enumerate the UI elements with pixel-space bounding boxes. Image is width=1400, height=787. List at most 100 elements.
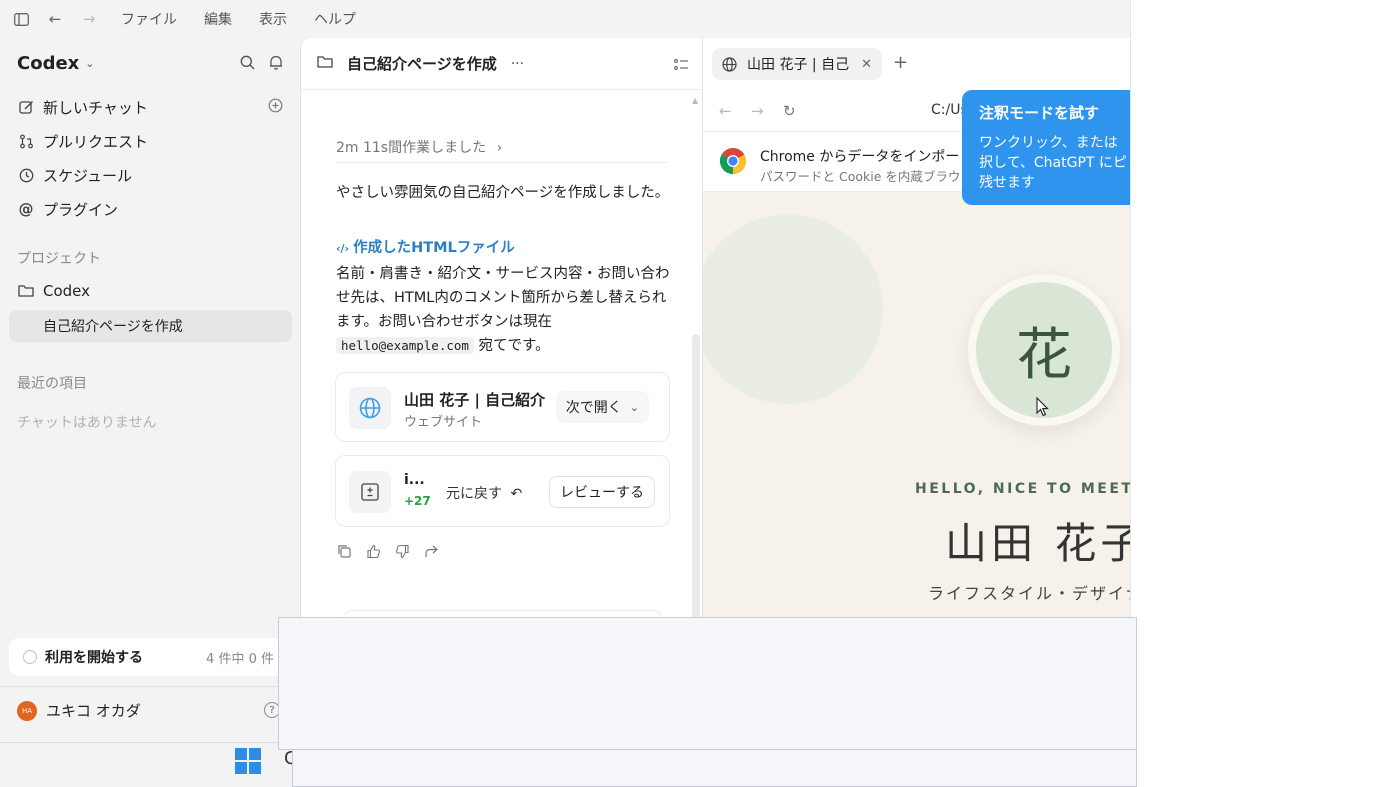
- code-icon: ‹/›: [336, 242, 350, 255]
- browser-tab[interactable]: 山田 花子 | 自己 ✕: [712, 48, 882, 80]
- forward-arrow-icon[interactable]: →: [751, 102, 764, 120]
- project-chat-item[interactable]: 自己紹介ページを作成: [9, 310, 292, 342]
- user-name: ユキコ オカダ: [46, 702, 141, 720]
- search-icon[interactable]: [240, 55, 255, 74]
- open-with-button[interactable]: 次で開く ⌄: [555, 391, 649, 423]
- menu-view[interactable]: 表示: [259, 9, 287, 29]
- share-icon[interactable]: [424, 544, 439, 563]
- bell-icon[interactable]: [269, 55, 283, 74]
- forward-arrow-icon[interactable]: →: [78, 8, 100, 30]
- assistant-message-1: やさしい雰囲気の自己紹介ページを作成しました。: [336, 185, 670, 201]
- folder-icon: [317, 54, 335, 73]
- decorative-blob: [703, 214, 883, 404]
- pull-request-icon: [17, 132, 35, 150]
- email-code: hello@example.com: [336, 337, 474, 354]
- review-button[interactable]: レビューする: [549, 476, 655, 508]
- tooltip-body-line: ワンクリック、または: [979, 135, 1118, 151]
- revert-button[interactable]: 元に戻す ↶: [446, 483, 522, 503]
- overlay-panel-extension: [292, 750, 1137, 787]
- diff-added-count: +27: [404, 494, 431, 508]
- chevron-down-icon: ⌄: [629, 400, 639, 414]
- chrome-logo-icon: [719, 147, 747, 175]
- menu-file[interactable]: ファイル: [121, 9, 177, 29]
- sidebar: Codex ⌄ 新しいチャット プルリクエスト スケジュール @ プラグイン プ…: [0, 38, 300, 742]
- open-with-label: 次で開く: [565, 400, 622, 416]
- chat-header: 自己紹介ページを作成 ···: [301, 38, 703, 90]
- tab-title: 山田 花子 | 自己: [747, 57, 850, 73]
- website-card: 山田 花子 | 自己紹介 ウェブサイト 次で開く ⌄: [335, 372, 670, 442]
- revert-label: 元に戻す: [446, 486, 502, 502]
- globe-icon: [349, 387, 391, 429]
- empty-desktop-area: [1130, 0, 1400, 787]
- website-type: ウェブサイト: [404, 415, 483, 430]
- more-options-icon[interactable]: ···: [511, 56, 524, 72]
- message-text: 名前・肩書き・紹介文・サービス内容・お問い合わせ先は、HTML内のコメント箇所か…: [336, 266, 670, 330]
- website-name: 山田 花子 | 自己紹介: [404, 391, 546, 409]
- windows-start-icon[interactable]: [235, 748, 261, 774]
- menu-help[interactable]: ヘルプ: [314, 9, 356, 29]
- sidebar-toggle-icon[interactable]: [10, 8, 32, 30]
- get-started-count: 4 件中 0 件: [206, 651, 274, 667]
- annotation-mode-tooltip[interactable]: 注釈モードを試す ワンクリック、または 択して、ChatGPT にピ 残せます: [962, 90, 1130, 205]
- chat-title: 自己紹介ページを作成: [347, 55, 497, 73]
- sidebar-item-label: スケジュール: [43, 166, 132, 185]
- message-text: 宛てです。: [478, 338, 550, 354]
- chevron-down-icon: ⌄: [85, 57, 95, 70]
- sidebar-item-label: Codex: [43, 282, 91, 300]
- import-banner-subtitle: パスワードと Cookie を内蔵ブラウ: [760, 169, 961, 184]
- file-link-text: 作成したHTMLファイル: [353, 240, 515, 256]
- project-folder-codex[interactable]: Codex: [17, 278, 287, 304]
- sidebar-divider: [0, 686, 300, 687]
- html-file-link[interactable]: ‹/› 作成したHTMLファイル: [336, 236, 515, 257]
- sidebar-item-new-chat[interactable]: 新しいチャット: [17, 94, 287, 120]
- user-profile[interactable]: HA ユキコ オカダ: [17, 700, 141, 721]
- thumbs-down-icon[interactable]: [395, 544, 410, 563]
- folder-icon: [17, 282, 35, 300]
- brand-name: Codex: [17, 53, 80, 74]
- diff-file-name: i...: [404, 472, 425, 488]
- greeting-text: HELLO, NICE TO MEET Y: [915, 481, 1130, 497]
- task-list-icon[interactable]: [674, 56, 689, 75]
- message-actions: [337, 544, 439, 563]
- menu-bar: ← → ファイル 編集 表示 ヘルプ: [0, 0, 1130, 38]
- tooltip-body-line: 択して、ChatGPT にピ: [979, 155, 1127, 171]
- compose-icon: [17, 98, 35, 116]
- diff-icon: [349, 471, 391, 513]
- reload-icon[interactable]: ↻: [783, 102, 796, 120]
- scrollbar-thumb[interactable]: [692, 334, 700, 634]
- chat-scrollbar[interactable]: ▲: [692, 96, 700, 634]
- sidebar-item-schedule[interactable]: スケジュール: [17, 162, 287, 188]
- import-banner-title: Chrome からデータをインポート: [760, 149, 974, 165]
- copy-icon[interactable]: [337, 544, 352, 563]
- sidebar-item-label: プラグイン: [43, 200, 119, 219]
- progress-ring-icon: [23, 650, 37, 664]
- chevron-right-icon: ›: [496, 140, 503, 156]
- scroll-up-icon[interactable]: ▲: [692, 96, 698, 105]
- tooltip-body-line: 残せます: [979, 175, 1035, 191]
- clock-icon: [17, 166, 35, 184]
- menu-edit[interactable]: 編集: [204, 9, 232, 29]
- avatar: HA: [17, 700, 37, 721]
- back-arrow-icon[interactable]: ←: [44, 8, 66, 30]
- thumbs-up-icon[interactable]: [366, 544, 381, 563]
- new-tab-icon[interactable]: +: [893, 52, 908, 73]
- sidebar-item-plugins[interactable]: @ プラグイン: [17, 196, 287, 222]
- get-started-label: 利用を開始する: [45, 650, 143, 666]
- overlay-panel: [278, 617, 1137, 750]
- recent-heading: 最近の項目: [17, 376, 87, 392]
- file-diff-card: i... +27 元に戻す ↶ レビューする: [335, 455, 670, 527]
- work-duration-summary[interactable]: 2m 11s間作業しました ›: [336, 137, 502, 157]
- mouse-cursor-icon: [1036, 396, 1050, 421]
- recent-empty-text: チャットはありません: [17, 415, 157, 431]
- plus-circle-icon[interactable]: [268, 98, 283, 117]
- at-icon: @: [18, 200, 34, 218]
- globe-icon: [722, 56, 737, 72]
- back-arrow-icon[interactable]: ←: [719, 102, 732, 120]
- profile-role: ライフスタイル・デザイナ: [928, 584, 1130, 603]
- get-started-button[interactable]: 利用を開始する 4 件中 0 件: [9, 638, 300, 676]
- work-duration-text: 2m 11s間作業しました: [336, 140, 487, 156]
- workspace-switcher[interactable]: Codex ⌄: [17, 53, 95, 74]
- sidebar-item-pull-requests[interactable]: プルリクエスト: [17, 128, 287, 154]
- close-icon[interactable]: ✕: [861, 57, 872, 72]
- browser-tab-bar: 山田 花子 | 自己 ✕ +: [703, 38, 1130, 90]
